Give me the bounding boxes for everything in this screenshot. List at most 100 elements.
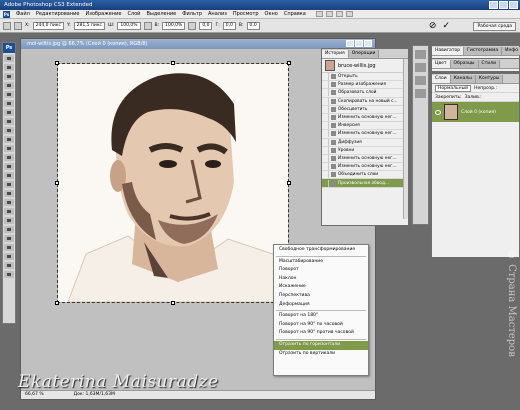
menu-analysis[interactable]: Анализ — [208, 11, 227, 17]
transform-handle[interactable] — [171, 301, 175, 305]
menu-item-scale[interactable]: Масштабирование — [274, 258, 368, 267]
history-step[interactable]: Объединить слои — [322, 171, 408, 180]
transform-handle[interactable] — [55, 301, 59, 305]
transform-handle[interactable] — [287, 181, 291, 185]
zoom-level-icon[interactable] — [325, 11, 333, 17]
blur-tool-icon[interactable] — [4, 163, 14, 170]
x-field[interactable]: 244,0 пикс — [32, 21, 64, 30]
tab-history[interactable]: История — [322, 50, 349, 58]
history-scrollbar[interactable] — [403, 59, 408, 219]
link-icon[interactable] — [143, 21, 152, 30]
eraser-tool-icon[interactable] — [4, 145, 14, 152]
history-step[interactable]: Изменить основную нег... — [322, 163, 408, 172]
menu-item-perspective[interactable]: Перспектива — [274, 292, 368, 301]
app-icon[interactable]: Ps — [3, 10, 10, 18]
pen-tool-icon[interactable] — [4, 181, 14, 188]
menu-edit[interactable]: Редактирование — [36, 11, 80, 17]
history-checkbox[interactable] — [322, 97, 329, 105]
history-checkbox[interactable] — [322, 154, 329, 162]
move-tool-icon[interactable] — [4, 55, 14, 62]
slice-tool-icon[interactable] — [4, 100, 14, 107]
history-brush-tool-icon[interactable] — [4, 136, 14, 143]
height-field[interactable]: 100,0% — [162, 21, 186, 30]
history-checkbox[interactable] — [322, 163, 329, 171]
tab-color[interactable]: Цвет — [432, 60, 451, 68]
screen-mode-tool-icon[interactable] — [4, 271, 14, 278]
doc-close-button[interactable] — [364, 40, 372, 47]
dock-tool-presets-icon[interactable] — [415, 63, 426, 72]
eye-icon[interactable] — [435, 109, 441, 115]
marquee-tool-icon[interactable] — [4, 64, 14, 71]
history-step[interactable]: Уровни — [322, 146, 408, 155]
menu-layer[interactable]: Слой — [127, 11, 140, 17]
transform-handle[interactable] — [55, 61, 59, 65]
dock-clone-source-icon[interactable] — [415, 89, 426, 98]
history-checkbox[interactable] — [322, 146, 329, 154]
portrait-image[interactable] — [58, 64, 288, 302]
hand-tool-icon[interactable] — [4, 235, 14, 242]
gradient-tool-icon[interactable] — [4, 154, 14, 161]
angle-field[interactable]: 0,0 — [199, 21, 213, 30]
history-step[interactable]: Диффузия — [322, 138, 408, 147]
shape-tool-icon[interactable] — [4, 208, 14, 215]
zoom-value[interactable]: 66,67 % — [25, 391, 44, 399]
type-tool-icon[interactable] — [4, 190, 14, 197]
close-button[interactable] — [509, 1, 518, 9]
history-checkbox[interactable] — [322, 171, 329, 179]
menu-item-free-transform[interactable]: Свободное трансформирование — [274, 246, 368, 255]
hand-icon[interactable] — [335, 11, 343, 17]
history-checkbox[interactable] — [322, 122, 329, 130]
layer-row[interactable]: Слой 0 (копия) — [432, 102, 519, 122]
transform-handle[interactable] — [171, 61, 175, 65]
reference-point-icon[interactable] — [14, 21, 22, 30]
menu-item-rotate-90-cw[interactable]: Поворот на 90° по часовой — [274, 321, 368, 330]
history-step[interactable]: Изменить основную нег... — [322, 114, 408, 123]
history-step[interactable]: Обесцветить — [322, 105, 408, 114]
menu-select[interactable]: Выделение — [146, 11, 176, 17]
minimize-button[interactable] — [489, 1, 498, 9]
history-step[interactable]: Изменить основную нег... — [322, 130, 408, 139]
workspace-button[interactable]: Рабочая среда — [473, 22, 516, 31]
tab-channels[interactable]: Каналы — [450, 75, 476, 83]
history-checkbox[interactable] — [322, 105, 329, 113]
menu-file[interactable]: Файл — [16, 11, 30, 17]
healing-brush-tool-icon[interactable] — [4, 109, 14, 116]
tab-styles[interactable]: Стили — [478, 60, 500, 68]
transform-handle[interactable] — [287, 61, 291, 65]
hskew-field[interactable]: 0,0 — [222, 21, 236, 30]
menu-item-flip-horizontal[interactable]: Отразить по горизонтали — [274, 340, 368, 350]
blend-mode-select[interactable]: Нормальный — [435, 84, 472, 92]
cancel-icon[interactable]: ⊘ — [429, 22, 437, 31]
history-step[interactable]: Образовать слой — [322, 89, 408, 98]
tab-layers[interactable]: Слои — [432, 75, 451, 83]
menu-item-skew[interactable]: Наклон — [274, 275, 368, 284]
crop-tool-icon[interactable] — [4, 91, 14, 98]
history-checkbox[interactable] — [322, 81, 329, 89]
tab-swatches[interactable]: Образцы — [450, 60, 479, 68]
history-step[interactable]: Инверсия — [322, 122, 408, 131]
width-field[interactable]: 100,0% — [117, 21, 141, 30]
check-icon[interactable]: ✓ — [442, 22, 450, 31]
menu-item-rotate-180[interactable]: Поворот на 180° — [274, 312, 368, 321]
doc-minimize-button[interactable] — [346, 40, 354, 47]
menu-item-rotate-90-ccw[interactable]: Поворот на 90° против часовой — [274, 329, 368, 338]
dock-layer-comps-icon[interactable] — [415, 76, 426, 85]
menu-help[interactable]: Справка — [284, 11, 306, 17]
doc-maximize-button[interactable] — [355, 40, 363, 47]
history-checkbox[interactable] — [322, 114, 329, 122]
eyedropper-tool-icon[interactable] — [4, 226, 14, 233]
path-selection-tool-icon[interactable] — [4, 199, 14, 206]
history-checkbox[interactable] — [322, 73, 329, 81]
history-step[interactable]: Открыть — [322, 73, 408, 82]
tab-actions[interactable]: Операции — [348, 50, 380, 58]
menu-item-rotate[interactable]: Поворот — [274, 266, 368, 275]
menu-image[interactable]: Изображение — [85, 11, 121, 17]
tab-paths[interactable]: Контуры — [475, 75, 504, 83]
maximize-button[interactable] — [499, 1, 508, 9]
menu-item-flip-vertical[interactable]: Отразить по вертикали — [274, 350, 368, 359]
history-checkbox[interactable] — [322, 89, 329, 97]
tab-info[interactable]: Инфо — [502, 47, 520, 55]
menu-filter[interactable]: Фильтр — [182, 11, 202, 17]
lasso-tool-icon[interactable] — [4, 73, 14, 80]
dock-brushes-icon[interactable] — [415, 50, 426, 59]
